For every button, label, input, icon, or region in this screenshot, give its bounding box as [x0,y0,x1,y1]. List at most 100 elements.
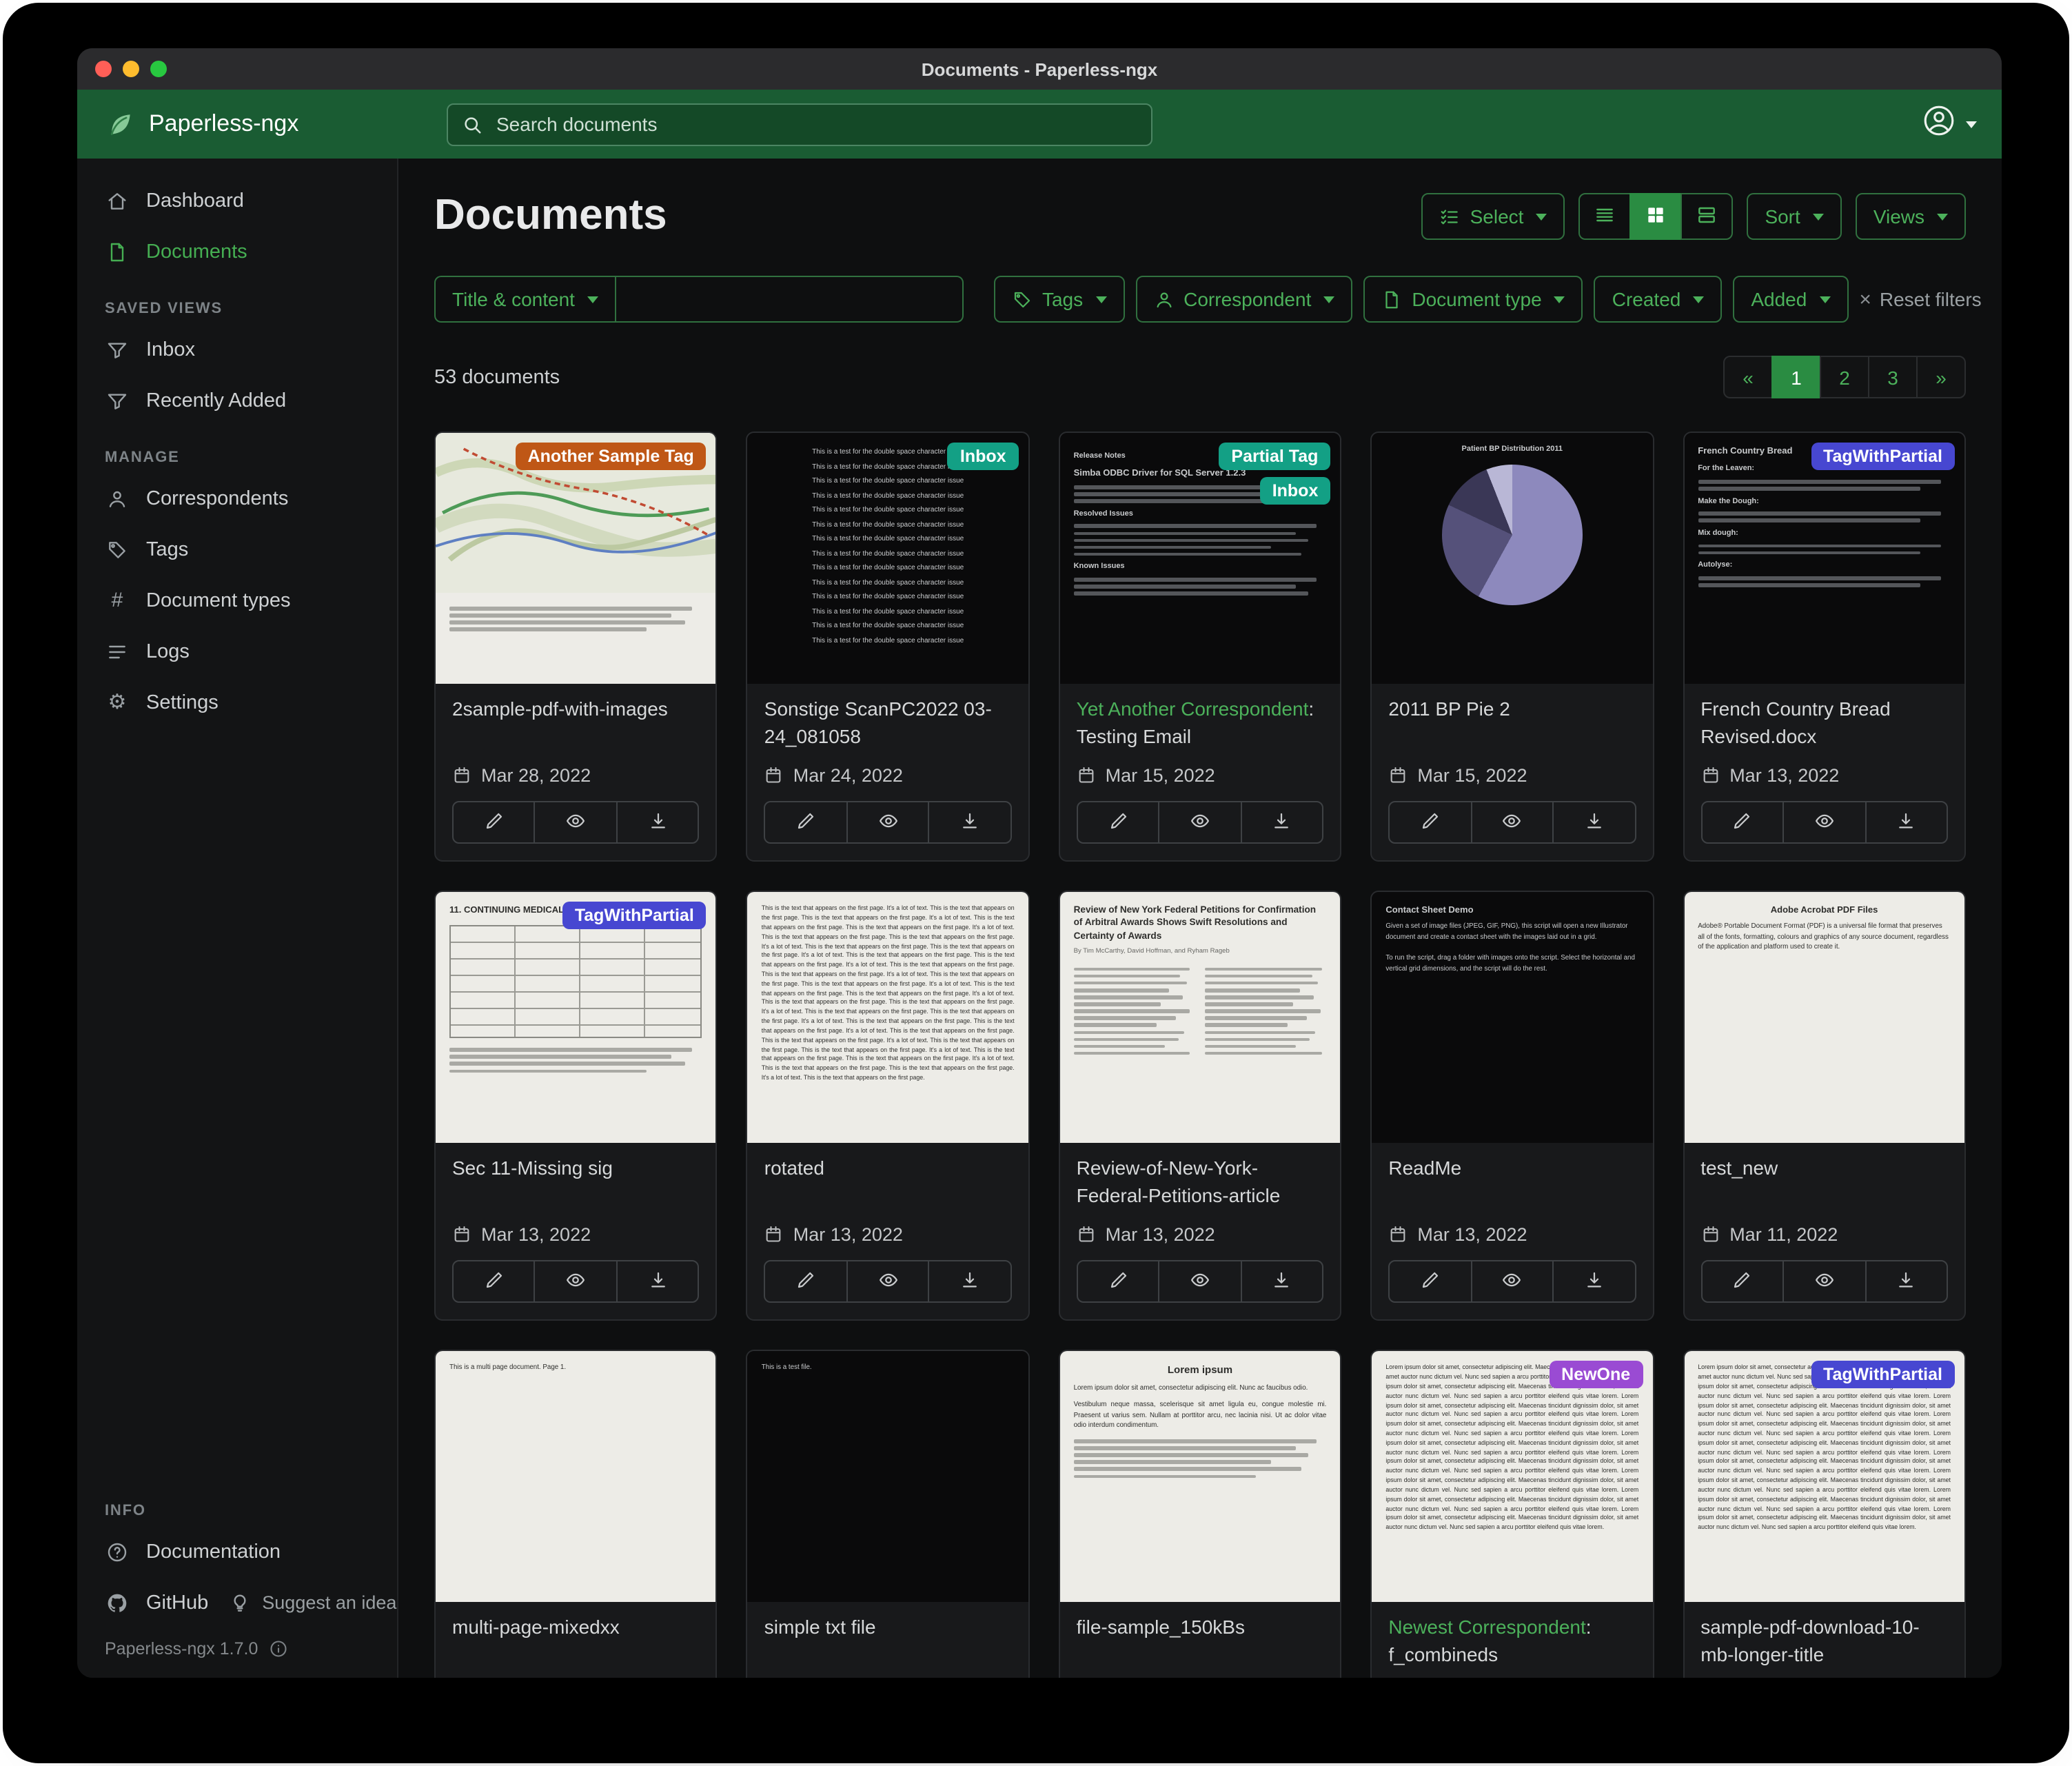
document-card[interactable]: Lorem ipsum dolor sit amet, consectetur … [1683,1350,1966,1678]
document-title[interactable]: file-sample_150kBs [1077,1614,1324,1641]
document-title[interactable]: French Country Bread Revised.docx [1700,696,1948,750]
view-document-button[interactable] [1159,1260,1242,1303]
edit-document-button[interactable] [764,801,848,844]
edit-document-button[interactable] [1388,1260,1472,1303]
views-button[interactable]: Views [1856,193,1966,240]
document-thumbnail[interactable]: Lorem ipsumLorem ipsum dolor sit amet, c… [1060,1351,1341,1602]
edit-document-button[interactable] [1388,801,1472,844]
sidebar-item-document-types[interactable]: # Document types [77,575,397,626]
document-title[interactable]: test_new [1700,1155,1948,1182]
document-thumbnail[interactable]: Contact Sheet DemoGiven a set of image f… [1372,892,1652,1143]
download-document-button[interactable] [1240,1260,1323,1303]
edit-document-button[interactable] [452,1260,536,1303]
info-icon[interactable] [269,1639,288,1658]
view-detail-button[interactable] [1680,193,1733,240]
tag-badge[interactable]: TagWithPartial [562,902,707,929]
view-document-button[interactable] [1159,801,1242,844]
edit-document-button[interactable] [1077,1260,1160,1303]
document-card[interactable]: Patient BP Distribution 20112011 BP Pie … [1370,432,1654,862]
document-card[interactable]: Adobe Acrobat PDF FilesAdobe® Portable D… [1683,891,1966,1321]
document-thumbnail[interactable]: Patient BP Distribution 2011 [1372,433,1652,684]
edit-document-button[interactable] [1700,801,1784,844]
sidebar-item-documents[interactable]: Documents [77,226,397,277]
edit-document-button[interactable] [1077,801,1160,844]
brand[interactable]: Paperless-ngx [77,109,298,139]
document-card[interactable]: This is the text that appears on the fir… [746,891,1030,1321]
download-document-button[interactable] [616,1260,700,1303]
view-document-button[interactable] [846,1260,930,1303]
user-menu[interactable] [1922,103,1977,145]
document-thumbnail[interactable]: Lorem ipsum dolor sit amet, consectetur … [1684,1351,1964,1602]
document-card[interactable]: Review of New York Federal Petitions for… [1059,891,1342,1321]
sidebar-item-documentation[interactable]: Documentation [77,1526,397,1577]
sort-button[interactable]: Sort [1747,193,1841,240]
download-document-button[interactable] [1552,1260,1636,1303]
sidebar-item-logs[interactable]: Logs [77,626,397,677]
document-thumbnail[interactable]: This is a test file. [748,1351,1028,1602]
document-title[interactable]: Sec 11-Missing sig [452,1155,700,1182]
search-input[interactable] [494,112,1137,136]
view-list-button[interactable] [1578,193,1631,240]
document-card[interactable]: Lorem ipsumLorem ipsum dolor sit amet, c… [1059,1350,1342,1678]
zoom-window-button[interactable] [150,61,167,77]
pagination-page-button[interactable]: 3 [1868,356,1918,398]
document-card[interactable]: French Country BreadFor the Leaven:Make … [1683,432,1966,862]
document-thumbnail[interactable]: This is a multi page document. Page 1. [436,1351,716,1602]
document-thumbnail[interactable]: 11. CONTINUING MEDICAL EDUCATagWithParti… [436,892,716,1143]
document-thumbnail[interactable]: Release NotesSimba ODBC Driver for SQL S… [1060,433,1341,684]
document-thumbnail[interactable]: Another Sample Tag [436,433,716,684]
document-title[interactable]: Sonstige ScanPC2022 03-24_081058 [764,696,1012,750]
document-title[interactable]: 2sample-pdf-with-images [452,696,700,723]
download-document-button[interactable] [928,801,1012,844]
document-card[interactable]: Release NotesSimba ODBC Driver for SQL S… [1059,432,1342,862]
sidebar-item-inbox[interactable]: Inbox [77,324,397,375]
filter-added-button[interactable]: Added [1733,276,1848,323]
view-document-button[interactable] [1470,801,1554,844]
document-thumbnail[interactable]: This is a test for the double space char… [748,433,1028,684]
filter-tags-button[interactable]: Tags [994,276,1124,323]
sidebar-item-tags[interactable]: Tags [77,524,397,575]
view-document-button[interactable] [534,801,618,844]
reset-filters-button[interactable]: × Reset filters [1859,288,1981,310]
document-card[interactable]: 11. CONTINUING MEDICAL EDUCATagWithParti… [434,891,718,1321]
filter-document-type-button[interactable]: Document type [1363,276,1583,323]
document-correspondent[interactable]: Newest Correspondent [1388,1616,1585,1638]
tag-badge[interactable]: Another Sample Tag [516,443,707,470]
edit-document-button[interactable] [1700,1260,1784,1303]
pagination-next-button[interactable]: » [1916,356,1966,398]
filter-title-content-button[interactable]: Title & content [434,276,616,323]
sidebar-item-recently-added[interactable]: Recently Added [77,375,397,426]
document-title[interactable]: rotated [764,1155,1012,1182]
global-search[interactable] [447,103,1152,145]
minimize-window-button[interactable] [123,61,139,77]
sidebar-item-settings[interactable]: ⚙ Settings [77,677,397,728]
download-document-button[interactable] [616,801,700,844]
filter-correspondent-button[interactable]: Correspondent [1135,276,1352,323]
document-thumbnail[interactable]: Review of New York Federal Petitions for… [1060,892,1341,1143]
document-correspondent[interactable]: Yet Another Correspondent [1077,698,1309,720]
tag-badge[interactable]: NewOne [1549,1361,1643,1388]
document-title[interactable]: Yet Another Correspondent: Testing Email [1077,696,1324,750]
sidebar-item-dashboard[interactable]: Dashboard [77,175,397,226]
tag-badge[interactable]: Inbox [1260,477,1331,505]
download-document-button[interactable] [928,1260,1012,1303]
document-thumbnail[interactable]: This is the text that appears on the fir… [748,892,1028,1143]
filter-text-input[interactable] [616,276,964,323]
filter-created-button[interactable]: Created [1594,276,1723,323]
sidebar-item-github[interactable]: GitHub [77,1577,208,1628]
view-document-button[interactable] [1782,801,1866,844]
view-document-button[interactable] [846,801,930,844]
document-title[interactable]: Newest Correspondent: f_combineds [1388,1614,1636,1668]
view-document-button[interactable] [534,1260,618,1303]
sidebar-item-correspondents[interactable]: Correspondents [77,473,397,524]
pagination-page-button[interactable]: 1 [1771,356,1821,398]
document-card[interactable]: This is a multi page document. Page 1.mu… [434,1350,718,1678]
pagination-prev-button[interactable]: « [1723,356,1773,398]
document-title[interactable]: sample-pdf-download-10-mb-longer-title [1700,1614,1948,1668]
document-thumbnail[interactable]: Adobe Acrobat PDF FilesAdobe® Portable D… [1684,892,1964,1143]
close-window-button[interactable] [95,61,112,77]
download-document-button[interactable] [1865,1260,1948,1303]
view-document-button[interactable] [1782,1260,1866,1303]
document-card[interactable]: This is a test for the double space char… [746,432,1030,862]
document-card[interactable]: This is a test file.simple txt file [746,1350,1030,1678]
